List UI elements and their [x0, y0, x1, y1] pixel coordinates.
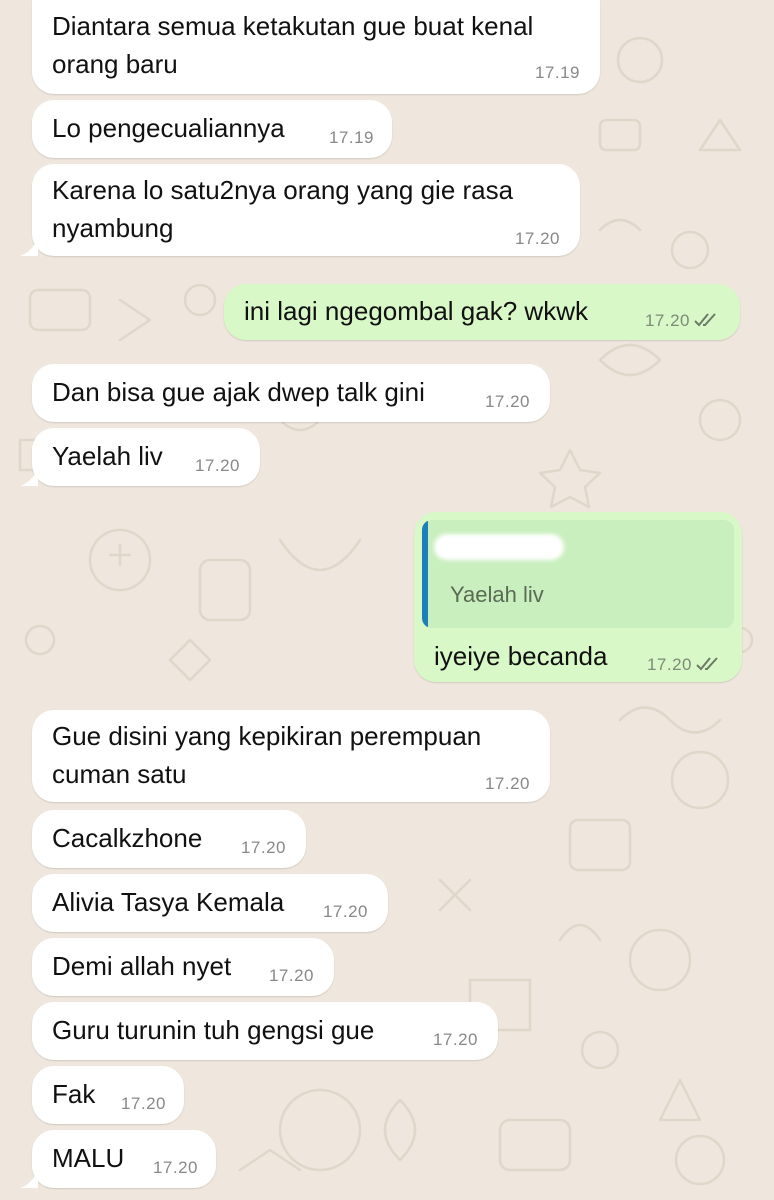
message-bubble-incoming[interactable]: MALU 17.20: [20, 1130, 216, 1188]
message-bubble-outgoing[interactable]: ini lagi ngegombal gak? wkwk 17.20: [224, 284, 740, 340]
double-check-icon: [696, 657, 718, 671]
message-time: 17.20: [240, 838, 286, 857]
message-bubble-incoming[interactable]: Karena lo satu2nya orang yang gie rasa n…: [20, 164, 580, 256]
message-bubble-incoming[interactable]: Dan bisa gue ajak dwep talk gini 17.20: [32, 364, 550, 422]
message-text: Alivia Tasya Kemala: [52, 887, 285, 917]
message-bubble-outgoing[interactable]: Yaelah liv iyeiye becanda 17.20: [414, 512, 742, 682]
bubble-tail: [20, 468, 38, 486]
message-bubble-incoming[interactable]: Demi allah nyet 17.20: [32, 938, 334, 996]
message-text: cuman satu: [52, 759, 187, 789]
message-text: Fak: [52, 1079, 96, 1109]
message-bubble-incoming[interactable]: Lo pengecualiannya 17.19: [32, 100, 392, 158]
message-text: Dan bisa gue ajak dwep talk gini: [52, 377, 425, 407]
message-time: 17.20: [120, 1094, 166, 1113]
message-time: 17.19: [328, 128, 374, 147]
message-time: 17.20: [432, 1030, 478, 1049]
quoted-text: Yaelah liv: [450, 582, 544, 607]
message-time: 17.20: [514, 229, 560, 248]
quoted-message[interactable]: Yaelah liv: [422, 520, 734, 628]
message-text: Guru turunin tuh gengsi gue: [52, 1015, 375, 1045]
message-time: 17.20: [322, 902, 368, 921]
message-text: MALU: [52, 1143, 125, 1173]
message-time: 17.20: [194, 456, 240, 475]
message-text: Karena lo satu2nya orang yang gie rasa: [52, 175, 514, 205]
message-text: Yaelah liv: [52, 441, 163, 471]
message-text: nyambung: [52, 213, 174, 243]
message-text: ini lagi ngegombal gak? wkwk: [244, 296, 588, 326]
message-text: Lo pengecualiannya: [52, 113, 285, 143]
message-text: Demi allah nyet: [52, 951, 232, 981]
message-time: 17.20: [484, 774, 530, 793]
redacted-sender-name: [434, 534, 564, 560]
message-bubble-incoming[interactable]: Gue disini yang kepikiran perempuan cuma…: [32, 710, 550, 802]
message-text: Gue disini yang kepikiran perempuan: [52, 721, 482, 751]
message-bubble-incoming[interactable]: Diantara semua ketakutan gue buat kenal …: [32, 0, 600, 94]
message-bubble-incoming[interactable]: Fak 17.20: [32, 1066, 184, 1124]
double-check-icon: [694, 313, 716, 327]
message-text: orang baru: [52, 49, 178, 79]
message-time: 17.20: [644, 311, 690, 330]
message-bubble-incoming[interactable]: Alivia Tasya Kemala 17.20: [32, 874, 388, 932]
bubble-tail: [20, 1170, 38, 1188]
message-bubble-incoming[interactable]: Yaelah liv 17.20: [20, 428, 260, 486]
message-time: 17.20: [152, 1158, 198, 1177]
message-time: 17.20: [484, 392, 530, 411]
message-bubble-incoming[interactable]: Cacalkzhone 17.20: [32, 810, 306, 868]
chat-thread: Diantara semua ketakutan gue buat kenal …: [0, 0, 774, 1200]
message-time: 17.20: [646, 655, 692, 674]
message-text: Cacalkzhone: [52, 823, 203, 853]
bubble-tail: [20, 238, 38, 256]
message-time: 17.19: [534, 63, 580, 82]
quote-bar: [422, 520, 428, 628]
message-text: iyeiye becanda: [434, 641, 608, 671]
message-time: 17.20: [268, 966, 314, 985]
message-bubble-incoming[interactable]: Guru turunin tuh gengsi gue 17.20: [32, 1002, 498, 1060]
message-text: Diantara semua ketakutan gue buat kenal: [52, 11, 534, 41]
